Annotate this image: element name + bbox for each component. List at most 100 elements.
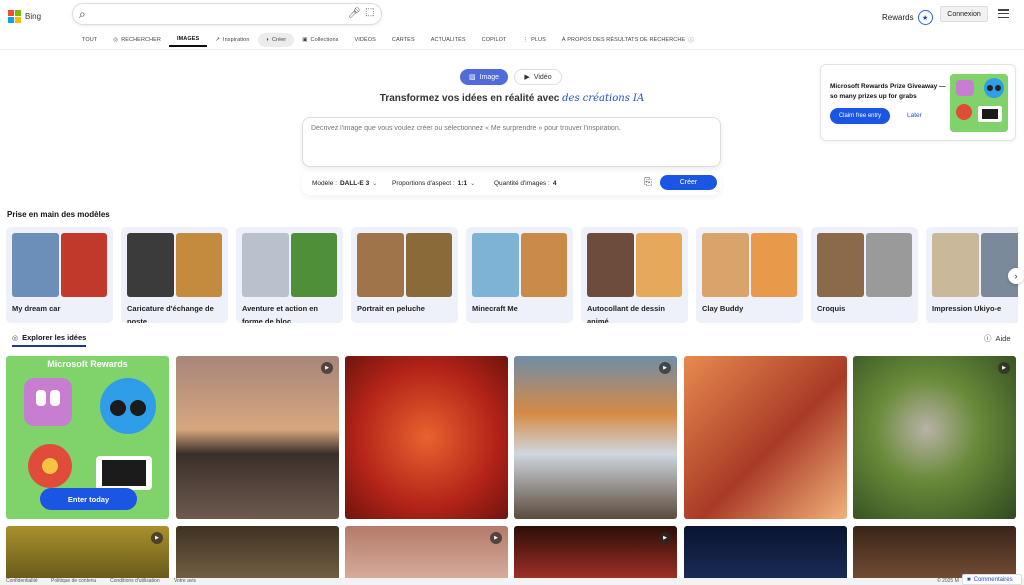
tab-copilot[interactable]: COPILOT [474,33,515,47]
prompt-input[interactable] [311,125,711,161]
image-tile[interactable]: ▶ [6,526,169,585]
aspect-select[interactable]: Proportions d'aspect : 1:1 ⌄ [386,176,481,190]
visual-search-icon[interactable]: ⬚ [365,7,374,18]
more-icon: ⋮ [522,37,529,43]
later-link[interactable]: Later [907,112,922,119]
chevron-right-icon[interactable]: › [1008,268,1024,284]
model-card-label: Aventure et action en forme de bloc [242,304,318,323]
model-card-label: Minecraft Me [472,304,518,313]
footer-link[interactable]: Conditions d'utilisation [110,578,160,584]
model-card-images [932,233,1018,297]
model-card[interactable]: Aventure et action en forme de bloc [236,227,343,323]
search-box[interactable]: ⌕ 🎤︎ ⬚ [72,3,382,25]
enter-today-button[interactable]: Enter today [40,488,137,510]
model-value: DALL-E 3 [339,179,370,187]
model-card-label: Portrait en peluche [357,304,425,313]
image-mode-button[interactable]: ▨ Image [460,69,508,85]
model-card-images [127,233,222,297]
tab-collections[interactable]: ▣ Collections [294,33,346,47]
model-card[interactable]: Clay Buddy [696,227,803,323]
image-tile[interactable] [345,356,508,519]
create-icon: ◑ [265,37,269,43]
signin-button[interactable]: Connexion [940,6,988,22]
rewards-link[interactable]: Rewards ★ [882,10,933,25]
headline-brand: des créations IA [562,93,645,104]
tab-inspiration[interactable]: ↗ Inspiration [207,33,257,47]
model-preview-image [817,233,864,297]
feedback-button[interactable]: ■ Commentaires [962,574,1022,585]
model-card-label: Caricature d'échange de poste [127,304,214,323]
footer-link[interactable]: Votre avis [174,578,196,584]
model-preview-image [865,233,912,297]
rewards-promo-tile[interactable]: Microsoft Rewards Enter today [6,356,169,519]
tab-label: VIDÉOS [354,37,376,43]
image-tile[interactable]: ▶ [853,356,1016,519]
tab-label: CARTES [391,37,415,43]
model-card-label: Impression Ukiyo-e [932,304,1002,313]
model-card[interactable]: Autocollant de dessin animé [581,227,688,323]
footer-link[interactable]: Politique de contenu [51,578,96,584]
inspiration-icon: ↗ [215,37,221,43]
brand-name: Bing [25,12,42,21]
tab-videos[interactable]: VIDÉOS [347,33,384,47]
model-card[interactable]: Portrait en peluche [351,227,458,323]
help-link[interactable]: ⓘ Aide [984,333,1011,344]
model-preview-image [587,233,634,297]
model-card-label: Autocollant de dessin animé [587,304,665,323]
microphone-icon[interactable]: 🎤︎ [348,8,361,19]
claim-entry-button[interactable]: Claim free entry [830,108,890,124]
image-tile[interactable] [684,356,847,519]
tab-about-results[interactable]: À PROPOS DES RÉSULTATS DE RECHERCHE ⓘ [554,33,702,47]
tab-label: IMAGES [177,36,200,42]
model-preview-image [127,233,174,297]
model-preview-image [405,233,452,297]
image-tile[interactable]: ▶ [514,356,677,519]
tab-actualites[interactable]: ACTUALITÉS [423,33,474,47]
model-cards: My dream car Caricature d'échange de pos… [6,227,1018,323]
footer-link[interactable]: Confidentialité [6,578,38,584]
model-card[interactable]: My dream car [6,227,113,323]
bing-logo[interactable]: Bing [8,10,41,23]
model-card-images [702,233,797,297]
tab-images[interactable]: IMAGES [169,33,208,47]
model-card-images [357,233,452,297]
explore-tab[interactable]: ◎ Explorer les idées [12,333,87,347]
image-tile[interactable]: ▶ [345,526,508,585]
menu-icon[interactable] [998,9,1009,18]
image-tile[interactable]: ▶ [176,356,339,519]
model-card[interactable]: Caricature d'échange de poste [121,227,228,323]
tab-plus[interactable]: ⋮ PLUS [515,33,554,47]
tab-label: À PROPOS DES RÉSULTATS DE RECHERCHE [561,37,686,43]
play-icon: ▶ [151,532,163,544]
model-select[interactable]: Modèle : DALL-E 3 ⌄ [306,176,383,190]
create-button[interactable]: Créer [660,175,717,190]
tab-cartes[interactable]: CARTES [384,33,423,47]
model-preview-image [702,233,749,297]
search-input[interactable] [97,7,337,22]
model-preview-image [12,233,59,297]
promo-title: Microsoft Rewards Prize Giveaway — so ma… [830,83,946,100]
nav-tabs: TOUT ◎ RECHERCHER IMAGES ↗ Inspiration ◑ Cr… [74,32,702,48]
prompt-box[interactable] [302,117,721,167]
rewards-trophy-icon: ★ [917,10,933,25]
model-preview-image [472,233,519,297]
quantity-select[interactable]: Quantité d'images : 4 [488,176,562,190]
attach-icon[interactable]: ⎘ [644,177,652,188]
tab-tout[interactable]: TOUT [74,33,105,47]
search-icon[interactable]: ⌕ [79,7,86,22]
explore-grid: Microsoft Rewards Enter today ▶ ▶ ▶ ▶ ▶ … [6,356,1018,585]
model-card[interactable]: Impression Ukiyo-e [926,227,1018,323]
media-type-toggle: ▨ Image ▶ Vidéo [460,69,562,85]
model-card-label: Croquis [817,304,846,313]
explore-title: Explorer les idées [22,333,87,342]
tab-creer[interactable]: ◑ Créer [257,33,295,47]
model-preview-image [60,233,107,297]
model-card[interactable]: Minecraft Me [466,227,573,323]
tab-rechercher[interactable]: ◎ RECHERCHER [105,33,169,47]
image-tile[interactable] [684,526,847,585]
image-tile[interactable]: ▶ [514,526,677,585]
model-card[interactable]: Croquis [811,227,918,323]
image-tile[interactable] [176,526,339,585]
video-mode-button[interactable]: ▶ Vidéo [514,69,562,85]
model-preview-image [242,233,289,297]
